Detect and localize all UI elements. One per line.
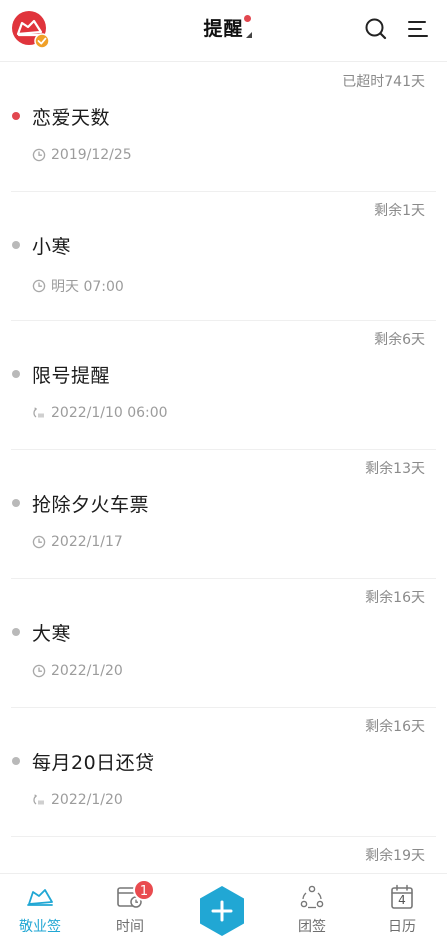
reminder-name: 小寒: [32, 236, 72, 258]
reminder-item[interactable]: 剩余16天 每月20日还贷 2022/1/20: [0, 708, 447, 837]
reminder-status: 已超时741天: [342, 74, 425, 90]
reminder-meta: 2022/1/20: [32, 663, 123, 679]
reminder-item[interactable]: 剩余16天 大寒 2022/1/20: [0, 579, 447, 708]
tab-label: 团签: [298, 919, 326, 935]
tab-time[interactable]: 1 时间: [90, 879, 170, 936]
reminder-time: 2022/1/10 06:00: [51, 405, 168, 421]
notification-badge: 1: [133, 879, 155, 901]
tab-label: 日历: [388, 919, 416, 935]
team-icon: [300, 885, 324, 909]
reminder-status: 剩余16天: [365, 590, 425, 606]
reminder-dot: [12, 757, 20, 765]
reminder-name: 恋爱天数: [32, 107, 111, 129]
page-title: 提醒: [203, 14, 252, 41]
reminder-time: 明天 07:00: [51, 279, 124, 295]
app-root: 提醒 已超时741天 恋爱天数 2019/12/25 剩余1天 小寒 明天 07…: [0, 0, 447, 943]
reminder-dot: [12, 241, 20, 249]
calendar-date: 4: [398, 893, 406, 907]
reminder-dot: [12, 370, 20, 378]
clock-icon: [32, 535, 46, 549]
reminder-dot: [12, 499, 20, 507]
bottom-nav: 敬业签 1 时间 团签 4 日历: [0, 873, 447, 943]
unread-dot: [243, 15, 251, 22]
reminder-name: 限号提醒: [32, 365, 111, 387]
search-icon[interactable]: [363, 16, 389, 42]
reminder-meta: 2022/1/10 06:00: [32, 405, 168, 421]
reminder-status: 剩余6天: [374, 332, 425, 348]
menu-icon[interactable]: [405, 16, 431, 42]
reminder-meta: 明天 07:00: [32, 276, 124, 296]
cloud-tab-icon: [27, 889, 53, 906]
reminder-name: 每月20日还贷: [32, 752, 155, 774]
reminder-dot: [12, 112, 20, 120]
reminder-status: 剩余13天: [365, 461, 425, 477]
reminder-time: 2022/1/17: [51, 534, 123, 550]
clock-icon: [32, 148, 46, 162]
reminder-time: 2022/1/20: [51, 792, 123, 808]
tab-team[interactable]: 团签: [272, 882, 352, 936]
reminder-item[interactable]: 剩余1天 小寒 明天 07:00: [0, 192, 447, 321]
reminder-dot: [12, 628, 20, 636]
top-bar: 提醒: [0, 0, 447, 62]
repeat-icon: [33, 407, 44, 418]
reminder-list: 已超时741天 恋爱天数 2019/12/25 剩余1天 小寒 明天 07:00…: [0, 63, 447, 873]
reminder-time: 2022/1/20: [51, 663, 123, 679]
reminder-meta: 2022/1/17: [32, 534, 123, 550]
reminder-name: 抢除夕火车票: [32, 494, 150, 516]
reminder-time: 2019/12/25: [51, 147, 132, 163]
reminder-meta: 2019/12/25: [32, 147, 132, 163]
repeat-icon: [33, 794, 44, 805]
reminder-status: 剩余16天: [365, 719, 425, 735]
clock-icon: [32, 664, 46, 678]
reminder-status: 剩余1天: [374, 203, 425, 219]
reminder-item[interactable]: 剩余13天 抢除夕火车票 2022/1/17: [0, 450, 447, 579]
clock-icon: [32, 279, 46, 293]
tab-label: 敬业签: [19, 919, 61, 935]
dropdown-corner-icon[interactable]: [245, 32, 252, 38]
reminder-status: 剩余19天: [365, 848, 425, 864]
tab-label: 时间: [116, 919, 144, 935]
reminder-item[interactable]: 剩余6天 限号提醒 2022/1/10 06:00: [0, 321, 447, 450]
reminder-meta: 2022/1/20: [32, 792, 123, 808]
add-icon[interactable]: [199, 885, 245, 937]
tab-jingyeqian[interactable]: 敬业签: [0, 882, 80, 936]
reminder-name: 大寒: [32, 623, 72, 645]
reminder-item[interactable]: 已超时741天 恋爱天数 2019/12/25: [0, 63, 447, 192]
tab-calendar[interactable]: 4 日历: [362, 882, 442, 936]
reminder-item[interactable]: 剩余19天: [0, 837, 447, 873]
